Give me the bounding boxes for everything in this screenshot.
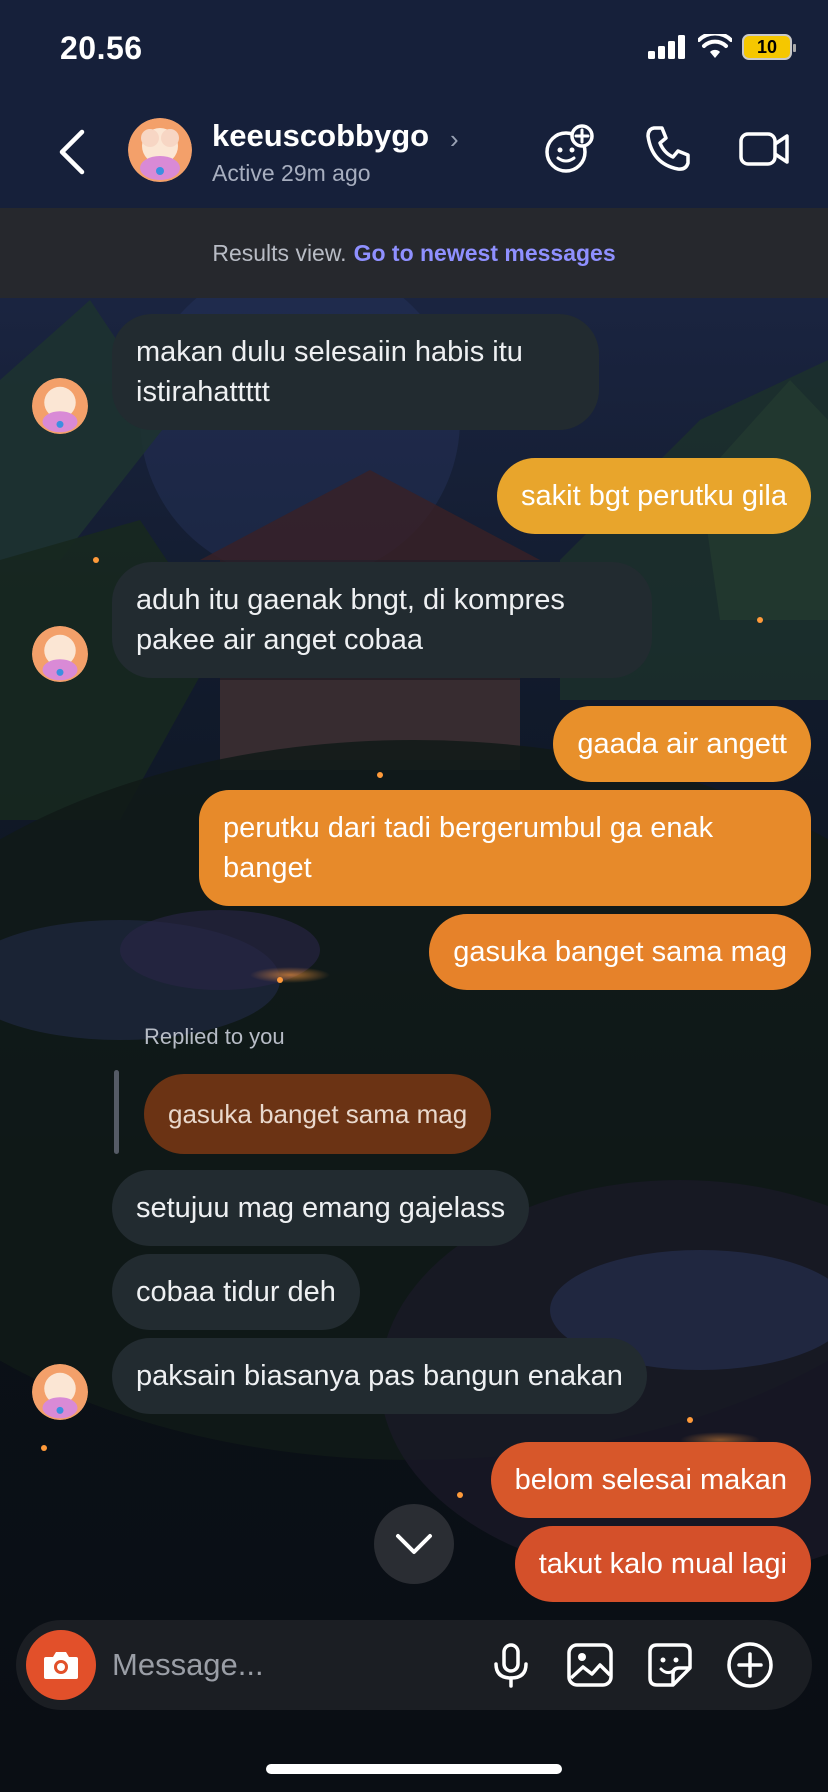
contact-username[interactable]: keeuscobbygo [212, 118, 429, 154]
home-indicator [266, 1764, 562, 1774]
message-incoming[interactable]: cobaa tidur deh [112, 1254, 360, 1330]
results-view-banner: Results view. Go to newest messages [0, 208, 828, 298]
message-input[interactable] [112, 1638, 412, 1692]
battery-indicator: 10 [742, 34, 796, 60]
wifi-icon [698, 34, 732, 58]
avatar[interactable] [32, 378, 88, 434]
chevron-right-icon[interactable]: › [450, 124, 459, 155]
status-bar: 20.56 10 [0, 0, 828, 96]
cellular-signal-icon [648, 35, 685, 59]
microphone-icon[interactable] [486, 1640, 536, 1690]
camera-button[interactable] [26, 1630, 96, 1700]
status-time: 20.56 [60, 30, 143, 66]
results-view-text: Results view. [212, 239, 347, 266]
camera-icon [44, 1652, 78, 1679]
plus-icon[interactable] [725, 1640, 775, 1690]
active-status: Active 29m ago [212, 160, 371, 186]
message-outgoing[interactable]: belom selesai makan [490, 1442, 811, 1518]
message-outgoing[interactable]: gasuka banget sama mag [429, 914, 811, 990]
message-outgoing[interactable]: perutku dari tadi bergerumbul ga enak ba… [199, 790, 811, 906]
video-icon[interactable] [736, 120, 792, 176]
message-incoming[interactable]: makan dulu selesaiin habis itu istirahat… [112, 314, 599, 430]
message-outgoing[interactable]: takut kalo mual lagi [514, 1526, 811, 1602]
go-to-newest-link[interactable]: Go to newest messages [354, 240, 616, 267]
reply-indicator-bar [114, 1070, 119, 1154]
reply-quote[interactable]: gasuka banget sama mag [144, 1074, 492, 1154]
message-incoming[interactable]: aduh itu gaenak bngt, di kompres pakee a… [112, 562, 652, 678]
replied-label: Replied to you [144, 1024, 285, 1049]
chat-header: keeuscobbygo › Active 29m ago [0, 96, 828, 208]
gallery-icon[interactable] [565, 1640, 615, 1690]
avatar[interactable] [32, 1364, 88, 1420]
message-outgoing[interactable]: gaada air angett [553, 706, 811, 782]
scroll-to-bottom-button[interactable] [374, 1504, 454, 1584]
avatar[interactable] [128, 118, 192, 182]
add-effects-icon[interactable] [542, 120, 598, 176]
message-incoming[interactable]: setujuu mag emang gajelass [112, 1170, 530, 1246]
message-composer [16, 1620, 812, 1710]
chevron-down-icon [396, 1534, 432, 1554]
phone-icon[interactable] [640, 120, 696, 176]
message-outgoing[interactable]: sakit bgt perutku gila [497, 458, 811, 534]
avatar[interactable] [32, 626, 88, 682]
battery-level: 10 [756, 36, 778, 57]
back-icon[interactable] [52, 126, 92, 178]
sticker-icon[interactable] [645, 1640, 695, 1690]
message-incoming[interactable]: paksain biasanya pas bangun enakan [112, 1338, 647, 1414]
